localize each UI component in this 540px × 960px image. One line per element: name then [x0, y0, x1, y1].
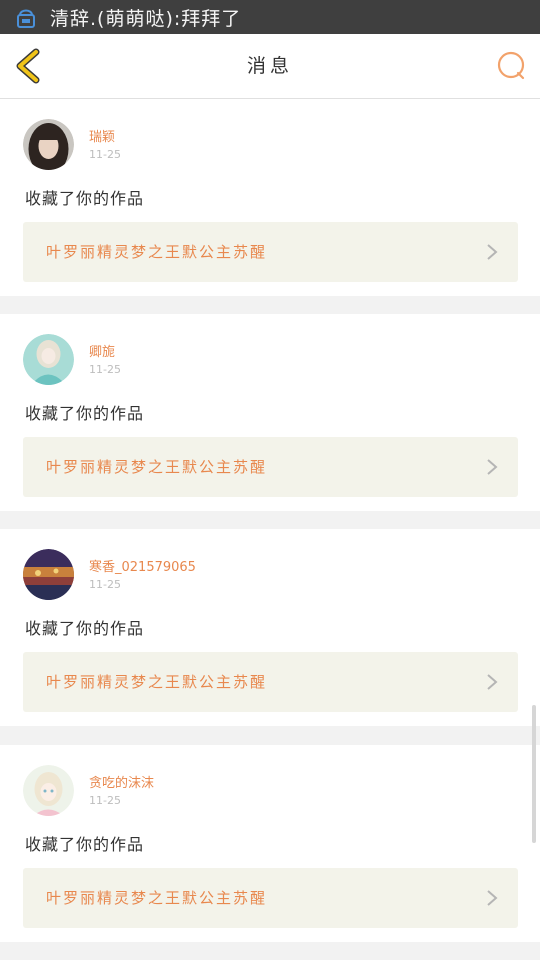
- notification-app-icon: [17, 9, 35, 28]
- notification-text: 清辞.(萌萌哒):拜拜了: [50, 7, 242, 30]
- work-title: 叶罗丽精灵梦之王默公主苏醒: [46, 673, 268, 691]
- message-card: 贪吃的沫沫 11-25 收藏了你的作品 叶罗丽精灵梦之王默公主苏醒: [0, 745, 540, 942]
- username[interactable]: 瑞颖: [89, 126, 115, 145]
- work-link[interactable]: 叶罗丽精灵梦之王默公主苏醒: [23, 652, 518, 712]
- timestamp: 11-25: [89, 578, 121, 591]
- timestamp: 11-25: [89, 148, 121, 161]
- message-card: 寒香_021579065 11-25 收藏了你的作品 叶罗丽精灵梦之王默公主苏醒: [0, 529, 540, 726]
- message-card: 瑞颖 11-25 收藏了你的作品 叶罗丽精灵梦之王默公主苏醒: [0, 99, 540, 296]
- work-link[interactable]: 叶罗丽精灵梦之王默公主苏醒: [23, 868, 518, 928]
- work-link[interactable]: 叶罗丽精灵梦之王默公主苏醒: [23, 222, 518, 282]
- work-link[interactable]: 叶罗丽精灵梦之王默公主苏醒: [23, 437, 518, 497]
- timestamp: 11-25: [89, 363, 121, 376]
- action-text: 收藏了你的作品: [25, 619, 145, 638]
- message-card: 卿旎 11-25 收藏了你的作品 叶罗丽精灵梦之王默公主苏醒: [0, 314, 540, 511]
- chevron-right-icon: [487, 890, 498, 906]
- chevron-right-icon: [487, 674, 498, 690]
- username[interactable]: 寒香_021579065: [89, 556, 196, 575]
- page-title: 消息: [246, 55, 293, 77]
- user-avatar-landscape[interactable]: [23, 549, 74, 600]
- scrollbar[interactable]: [532, 705, 536, 843]
- action-text: 收藏了你的作品: [25, 189, 145, 208]
- user-avatar-anime-girl[interactable]: [23, 765, 74, 816]
- top-nav-bar: 消息: [0, 34, 540, 99]
- action-text: 收藏了你的作品: [25, 404, 145, 423]
- user-avatar-photo[interactable]: [23, 119, 74, 170]
- chevron-right-icon: [487, 244, 498, 260]
- username[interactable]: 卿旎: [89, 341, 115, 360]
- chevron-right-icon: [487, 459, 498, 475]
- work-title: 叶罗丽精灵梦之王默公主苏醒: [46, 458, 268, 476]
- user-avatar-anime[interactable]: [23, 334, 74, 385]
- username[interactable]: 贪吃的沫沫: [89, 772, 154, 791]
- action-text: 收藏了你的作品: [25, 835, 145, 854]
- search-icon[interactable]: [496, 51, 526, 81]
- timestamp: 11-25: [89, 794, 121, 807]
- work-title: 叶罗丽精灵梦之王默公主苏醒: [46, 889, 268, 907]
- work-title: 叶罗丽精灵梦之王默公主苏醒: [46, 243, 268, 261]
- status-bar: 清辞.(萌萌哒):拜拜了: [0, 0, 540, 34]
